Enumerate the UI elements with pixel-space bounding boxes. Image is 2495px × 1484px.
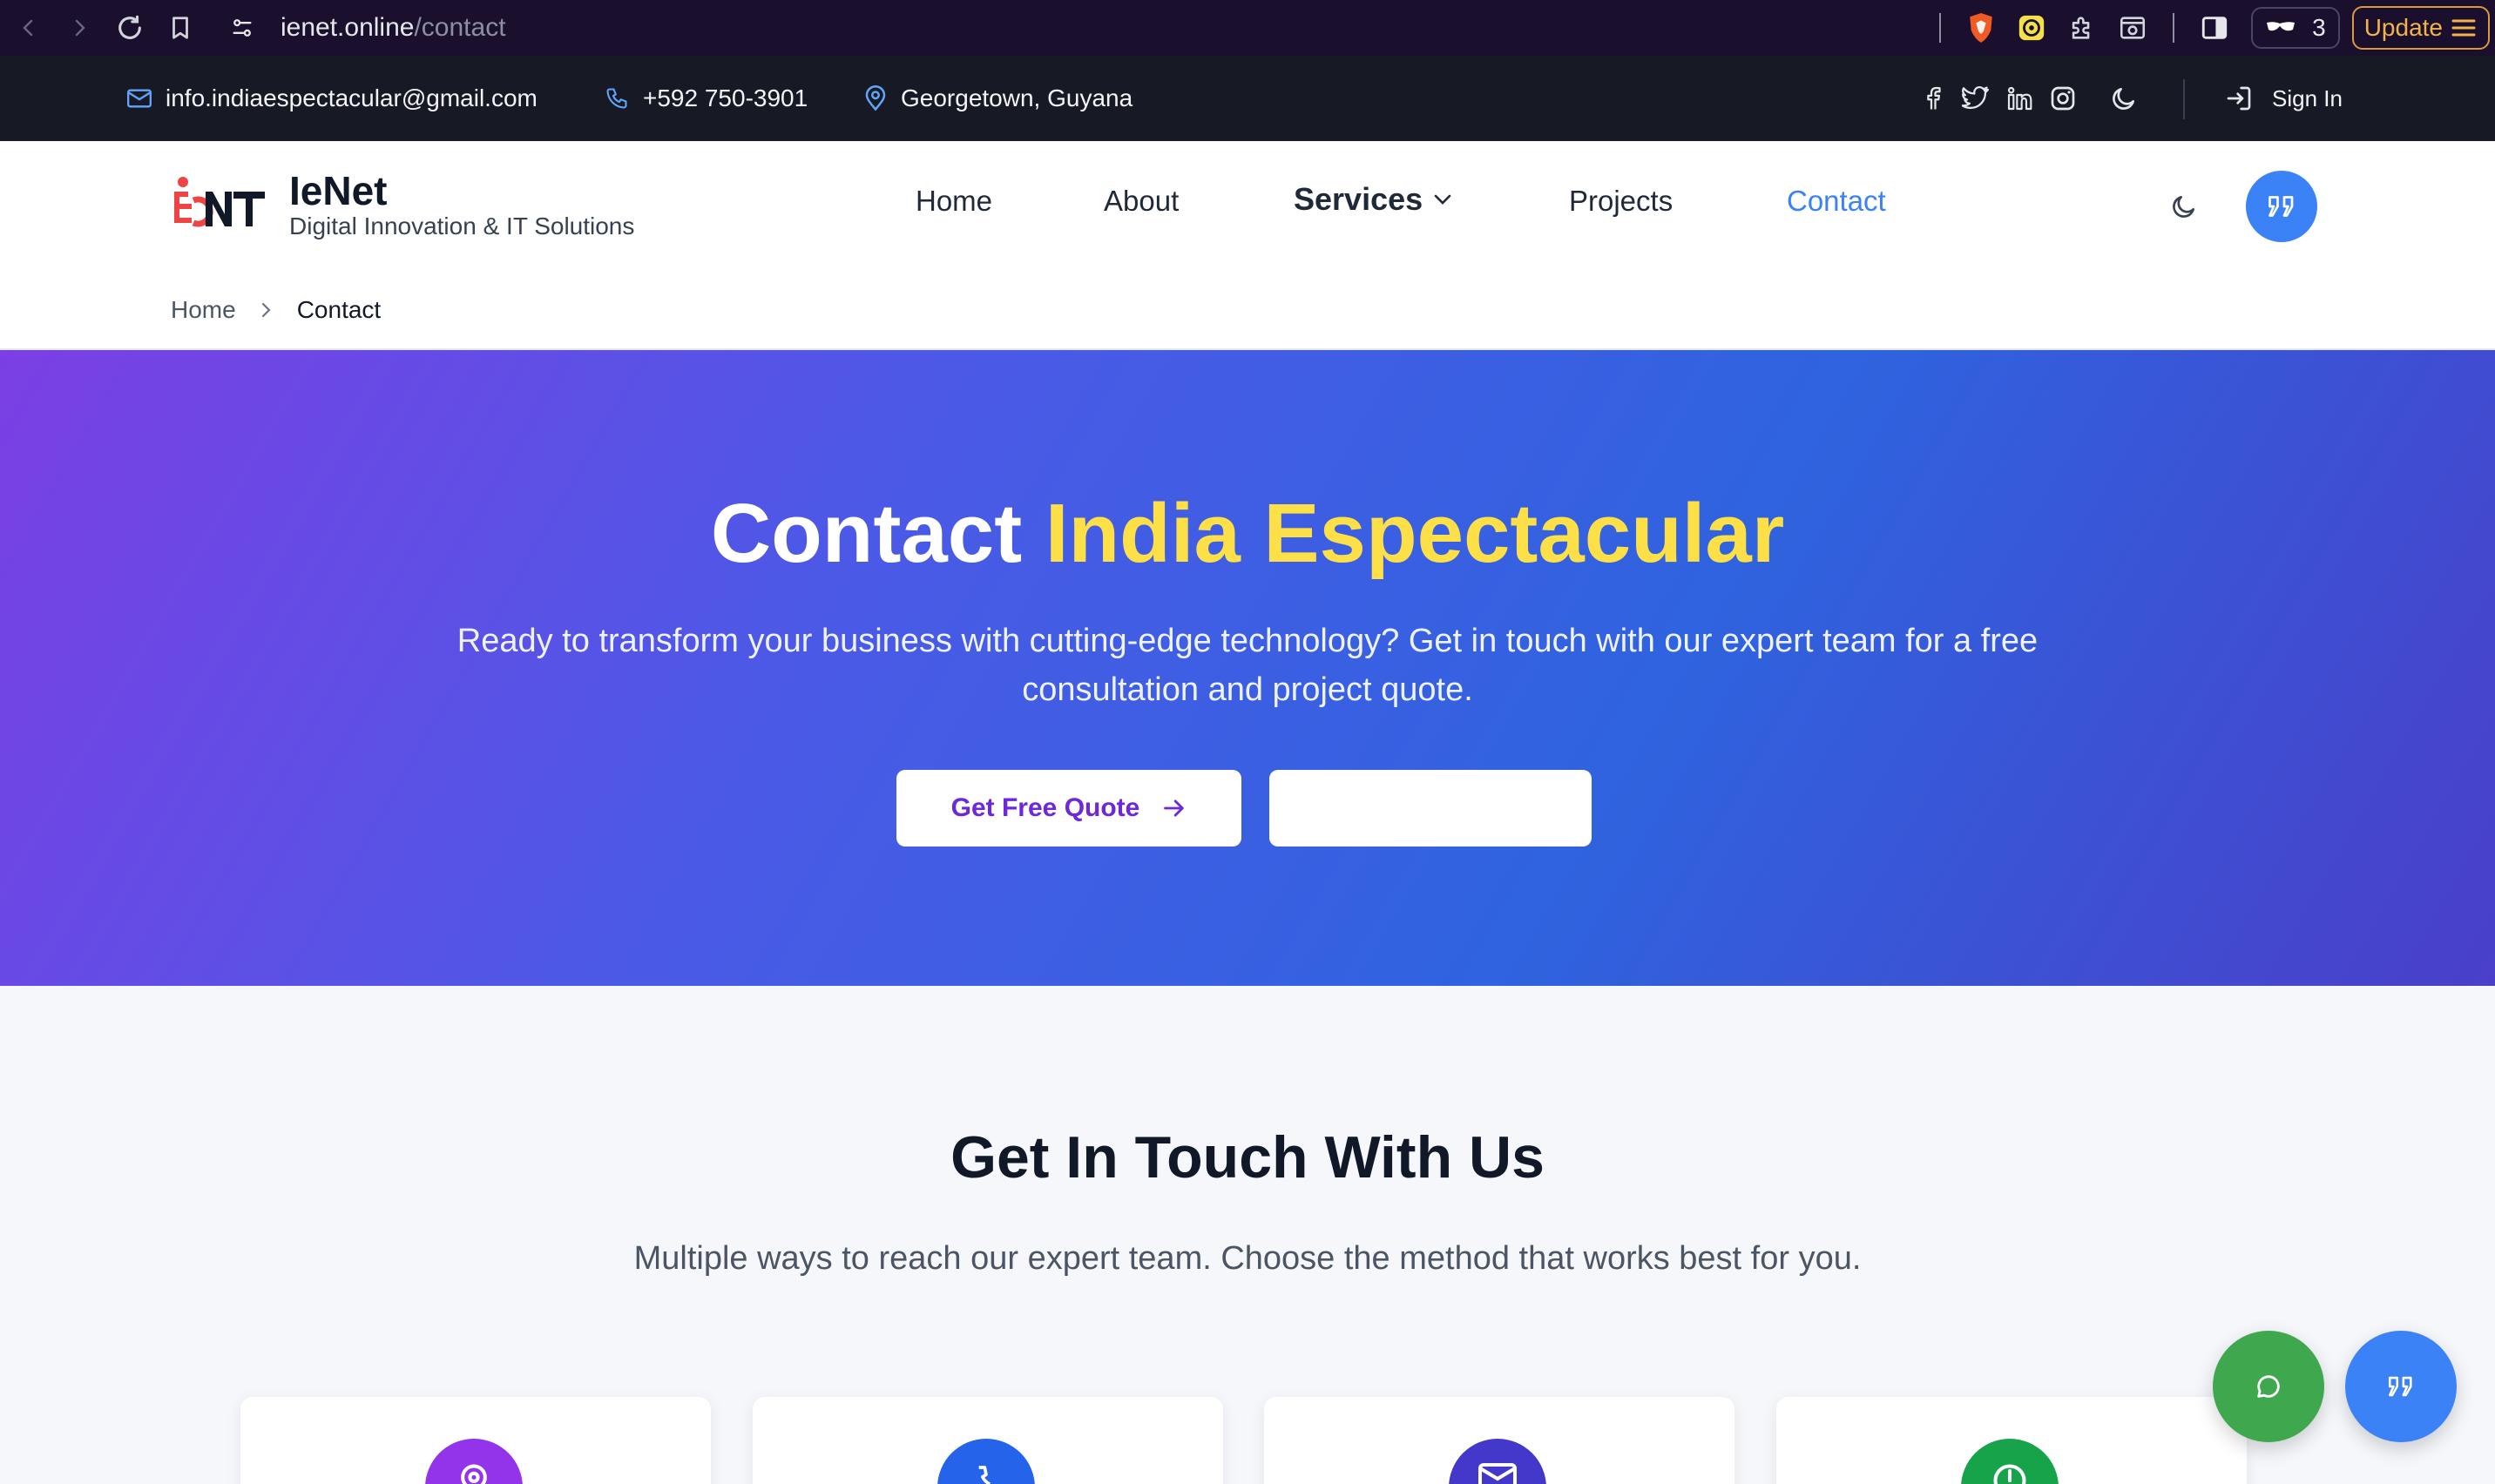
contact-card-hours[interactable] xyxy=(1776,1397,2247,1484)
hero-subtitle: Ready to transform your business with cu… xyxy=(456,623,2039,708)
toolbar-divider xyxy=(1939,13,1942,43)
email-text: info.indiaespectacular@gmail.com xyxy=(166,84,538,111)
location-pin-icon xyxy=(865,85,886,111)
brave-shield-icon[interactable] xyxy=(1958,5,2004,51)
clock-icon xyxy=(1961,1439,2059,1484)
chevron-down-icon xyxy=(1434,194,1451,205)
twitter-icon[interactable] xyxy=(1962,85,1990,111)
menu-icon xyxy=(2451,19,2476,37)
get-free-quote-button[interactable]: Get Free Quote xyxy=(896,770,1241,847)
chevron-right-icon xyxy=(261,302,271,318)
breadcrumb-home[interactable]: Home xyxy=(171,296,236,324)
hero-title-highlight: India Espectacular xyxy=(1045,487,1785,580)
sidebar-toggle-icon[interactable] xyxy=(2192,5,2237,51)
chat-bubble-icon xyxy=(2257,1375,2280,1398)
hero-title: Contact India Espectacular xyxy=(0,486,2495,582)
topbar-theme-toggle[interactable] xyxy=(2110,56,2138,141)
theme-toggle-button[interactable] xyxy=(2164,186,2204,226)
reload-icon[interactable] xyxy=(105,0,155,56)
secondary-cta-button[interactable] xyxy=(1269,770,1592,847)
location-text: Georgetown, Guyana xyxy=(901,84,1133,111)
hero-section: Contact India Espectacular Ready to tran… xyxy=(0,350,2495,986)
sign-in-button[interactable]: Sign In xyxy=(2225,56,2343,141)
quote-fab[interactable] xyxy=(2345,1331,2457,1442)
sign-in-icon xyxy=(2227,86,2251,111)
update-label: Update xyxy=(2363,14,2443,41)
site-header: IeNet Digital Innovation & IT Solutions … xyxy=(0,141,2495,350)
contact-card-location[interactable] xyxy=(240,1397,711,1484)
facebook-icon[interactable] xyxy=(1920,84,1946,112)
extension-yellow-icon[interactable] xyxy=(2009,5,2054,51)
nav-projects[interactable]: Projects xyxy=(1569,185,1673,218)
toolbar-divider-2 xyxy=(2173,13,2175,43)
phone-icon xyxy=(937,1439,1035,1484)
mail-icon xyxy=(127,89,152,108)
quote-icon xyxy=(2268,196,2294,217)
url-text: ienet.online/contact xyxy=(281,13,506,42)
moon-icon xyxy=(2173,196,2194,218)
topbar-phone[interactable]: +592 750-3901 xyxy=(605,56,808,141)
extensions-puzzle-icon[interactable] xyxy=(2059,5,2105,51)
ienet-logo[interactable] xyxy=(171,174,267,237)
browser-toolbar: ienet.online/contact 3 Update xyxy=(0,0,2495,56)
contact-card-phone[interactable] xyxy=(753,1397,1223,1484)
social-links xyxy=(1920,56,2077,141)
nav-home[interactable]: Home xyxy=(916,185,992,218)
sign-in-label: Sign In xyxy=(2272,84,2343,111)
nav-services[interactable]: Services xyxy=(1294,181,1452,218)
hero-title-prefix: Contact xyxy=(710,487,1023,580)
nav-contact[interactable]: Contact xyxy=(1787,185,1886,218)
nav-services-label: Services xyxy=(1294,181,1423,217)
get-free-quote-label: Get Free Quote xyxy=(950,793,1140,822)
forward-icon[interactable] xyxy=(54,0,105,56)
moon-icon xyxy=(2113,88,2134,110)
address-bar[interactable]: ienet.online/contact xyxy=(225,0,506,56)
extension-count: 3 xyxy=(2312,14,2326,41)
header-quote-button[interactable] xyxy=(2246,171,2317,242)
bookmark-icon[interactable] xyxy=(155,0,206,56)
contact-info-bar: info.indiaespectacular@gmail.com +592 75… xyxy=(0,56,2495,141)
back-icon[interactable] xyxy=(3,0,54,56)
brand-name[interactable]: IeNet xyxy=(289,167,387,214)
linkedin-icon[interactable] xyxy=(2005,84,2033,112)
quote-icon xyxy=(2388,1376,2412,1397)
brand-tagline: Digital Innovation & IT Solutions xyxy=(289,212,635,239)
topbar-divider xyxy=(2183,79,2185,119)
touch-title: Get In Touch With Us xyxy=(950,1124,1545,1191)
contact-card-email[interactable] xyxy=(1264,1397,1734,1484)
breadcrumb: Home Contact xyxy=(171,296,381,324)
glasses-icon xyxy=(2267,22,2296,31)
topbar-email[interactable]: info.indiaespectacular@gmail.com xyxy=(127,56,538,141)
update-button[interactable]: Update xyxy=(2351,6,2490,50)
nav-about[interactable]: About xyxy=(1104,185,1179,218)
touch-subtitle: Multiple ways to reach our expert team. … xyxy=(633,1240,1862,1277)
mail-icon xyxy=(1449,1439,1546,1484)
site-settings-icon[interactable] xyxy=(225,10,260,45)
breadcrumb-current: Contact xyxy=(296,296,382,323)
chat-fab[interactable] xyxy=(2213,1331,2324,1442)
phone-text: +592 750-3901 xyxy=(643,84,808,111)
phone-icon xyxy=(606,88,627,109)
location-icon xyxy=(425,1439,523,1484)
instagram-icon[interactable] xyxy=(2049,84,2077,112)
arrow-right-icon xyxy=(1164,799,1185,817)
reader-mode-icon[interactable] xyxy=(2110,5,2155,51)
vpn-extension-pill[interactable]: 3 xyxy=(2251,7,2340,49)
topbar-location: Georgetown, Guyana xyxy=(864,56,1133,141)
